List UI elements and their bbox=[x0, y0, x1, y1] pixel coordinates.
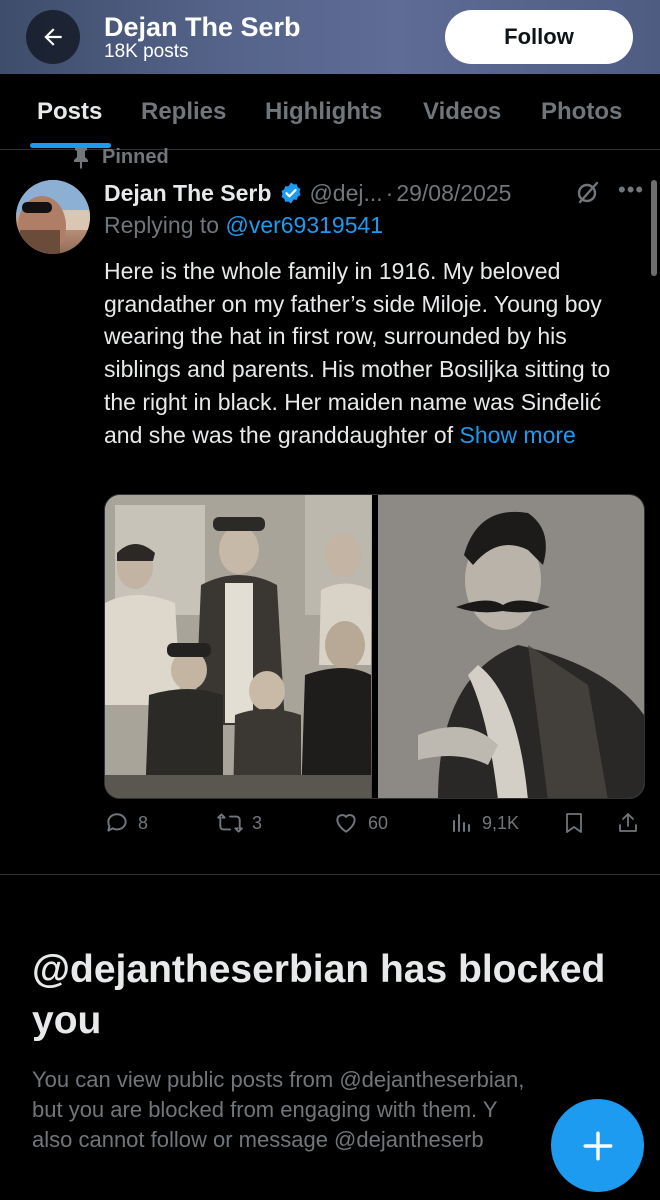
share-icon bbox=[619, 813, 637, 832]
plus-icon bbox=[583, 1131, 612, 1160]
scrollbar[interactable] bbox=[651, 180, 657, 276]
like-button[interactable]: 60 bbox=[332, 810, 388, 836]
reply-icon bbox=[107, 813, 127, 832]
replying-to-handle[interactable]: @ver69319541 bbox=[225, 212, 383, 238]
pinned-text: Pinned bbox=[102, 146, 169, 168]
section-divider bbox=[0, 874, 660, 875]
follow-button[interactable]: Follow bbox=[445, 10, 633, 64]
bookmark-icon bbox=[566, 813, 582, 833]
avatar[interactable] bbox=[16, 180, 90, 254]
post-date[interactable]: 29/08/2025 bbox=[396, 180, 511, 207]
pin-icon bbox=[74, 147, 88, 169]
more-icon[interactable]: ••• bbox=[618, 177, 644, 203]
repost-icon bbox=[217, 813, 243, 833]
pinned-label: Pinned bbox=[72, 146, 169, 169]
like-icon bbox=[336, 814, 356, 833]
share-button[interactable] bbox=[616, 810, 640, 836]
tab-posts[interactable]: Posts bbox=[37, 98, 102, 126]
views-count: 9,1K bbox=[482, 812, 520, 833]
family-photo[interactable] bbox=[105, 495, 372, 798]
post-body: Here is the whole family in 1916. My bel… bbox=[104, 258, 611, 448]
tab-photos[interactable]: Photos bbox=[541, 98, 622, 126]
replying-to: Replying to @ver69319541 bbox=[104, 212, 383, 239]
tab-replies[interactable]: Replies bbox=[141, 98, 226, 126]
blocked-line-2: but you are blocked from engaging with t… bbox=[32, 1097, 498, 1122]
like-count: 60 bbox=[368, 812, 389, 833]
views-icon bbox=[453, 814, 470, 832]
replying-to-label: Replying to bbox=[104, 212, 220, 238]
reply-button[interactable]: 8 bbox=[104, 810, 148, 836]
post-author-row: Dejan The Serb @dej... · 29/08/2025 ••• bbox=[104, 176, 644, 210]
portrait-photo[interactable] bbox=[377, 495, 644, 798]
compose-button[interactable] bbox=[551, 1099, 644, 1192]
post-text: Here is the whole family in 1916. My bel… bbox=[104, 255, 640, 451]
views-button[interactable]: 9,1K bbox=[450, 810, 519, 836]
blocked-title: @dejantheserbian has blocked you bbox=[32, 948, 606, 1042]
bookmark-button[interactable] bbox=[562, 810, 586, 836]
author-handle[interactable]: @dej... bbox=[309, 180, 382, 207]
back-button[interactable] bbox=[26, 10, 80, 64]
reply-count: 8 bbox=[138, 812, 149, 833]
date-separator: · bbox=[385, 179, 394, 206]
show-more-link[interactable]: Show more bbox=[459, 422, 575, 448]
arrow-left-icon bbox=[44, 28, 62, 46]
avatar-photo bbox=[16, 180, 90, 254]
repost-count: 3 bbox=[252, 812, 263, 833]
grok-icon[interactable] bbox=[576, 180, 600, 209]
tab-highlights[interactable]: Highlights bbox=[265, 98, 382, 126]
tab-videos[interactable]: Videos bbox=[423, 98, 501, 126]
author-name[interactable]: Dejan The Serb bbox=[104, 180, 271, 207]
blocked-line-1: You can view public posts from @dejanthe… bbox=[32, 1067, 525, 1092]
posts-count: 18K posts bbox=[104, 41, 189, 62]
profile-name: Dejan The Serb bbox=[104, 12, 301, 42]
verified-badge-icon bbox=[279, 181, 303, 205]
post-actions: 8 3 60 9,1K bbox=[104, 810, 644, 844]
profile-header: Dejan The Serb 18K posts Follow bbox=[0, 0, 660, 74]
post-media[interactable] bbox=[104, 494, 645, 799]
profile-tabs: Posts Replies Highlights Videos Photos bbox=[0, 74, 660, 150]
repost-button[interactable]: 3 bbox=[216, 810, 262, 836]
